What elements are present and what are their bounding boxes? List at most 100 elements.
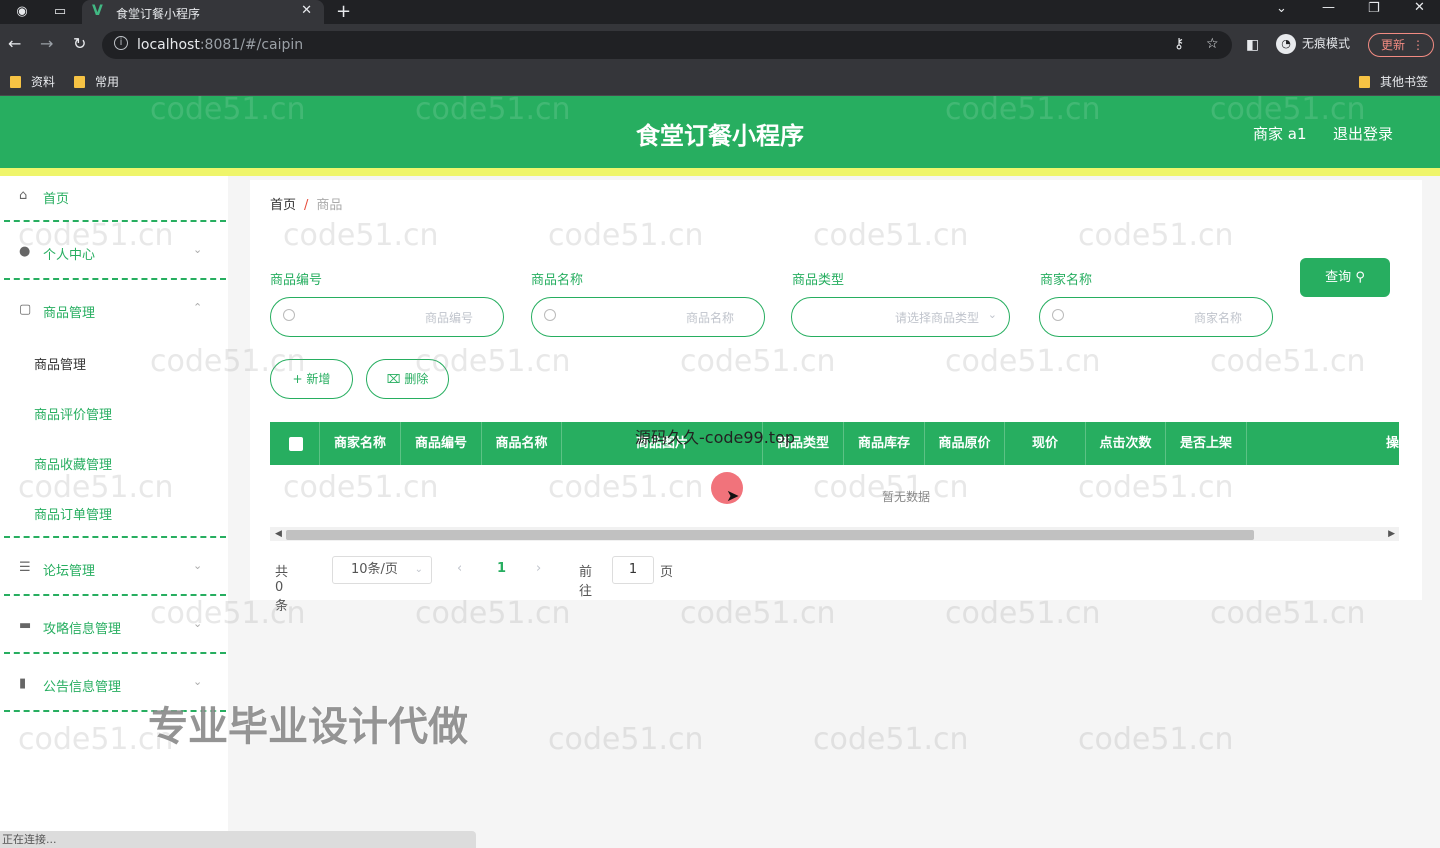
plus-icon: + [292, 372, 307, 386]
watermark: code51.cn [548, 722, 704, 757]
main-panel: 首页 / 商品 商品编号 商品编号 商品名称 商品名称 商品类型 请选择商品类型 ⌄… [250, 180, 1422, 614]
placeholder: 商品编号 [424, 311, 473, 325]
placeholder: 商家名称 [1193, 311, 1242, 325]
header-user[interactable]: 商家 a1 [1253, 123, 1307, 144]
sidebar-item-forum[interactable]: ☰ 论坛管理 ⌄ [0, 548, 228, 588]
chevron-down-icon: ⌄ [193, 243, 203, 256]
column-header[interactable]: 商品库存 [844, 422, 925, 465]
incognito-icon: ◔ [1276, 34, 1296, 54]
folder-icon [10, 76, 21, 88]
placeholder: 商品名称 [685, 311, 734, 325]
page-size-select[interactable]: 10条/页 ⌄ [332, 556, 432, 584]
watermark: code51.cn [945, 596, 1101, 631]
tab-search-icon[interactable]: ▭ [52, 4, 68, 20]
sidebar-item-personal[interactable]: ● 个人中心 ⌄ [0, 232, 228, 272]
table-horizontal-scrollbar[interactable]: ◀ ▶ [270, 527, 1399, 541]
trash-icon: ⌧ [386, 372, 405, 386]
sidepanel-icon[interactable]: ◧ [1246, 37, 1259, 53]
placeholder: 请选择商品类型 [894, 311, 979, 325]
watermark: code51.cn [680, 596, 836, 631]
more-vert-icon: ⋮ [1412, 38, 1424, 52]
bookmark-folder-2[interactable]: 常用 [74, 73, 119, 90]
watermark: code51.cn [1210, 596, 1366, 631]
promo-overlay-text: 专业毕业设计代做 [148, 704, 468, 750]
header-stripe [0, 168, 1440, 176]
column-header-actions[interactable]: 操 [1247, 422, 1399, 465]
site-info-icon[interactable]: i [114, 36, 128, 50]
reload-icon[interactable]: ↻ [73, 36, 86, 52]
goods-code-input[interactable]: 商品编号 [270, 297, 504, 337]
tab-list-chevron-icon[interactable]: ⌄ [1276, 1, 1287, 16]
mouse-cursor-icon: ➤ [726, 486, 740, 505]
menu-divider [4, 278, 226, 280]
next-page-icon[interactable]: › [536, 561, 541, 576]
browser-tab-strip: ◉ ▭ V 食堂订餐小程序 ✕ + ⌄ — ❐ ✕ [0, 0, 1440, 24]
breadcrumb-home[interactable]: 首页 [270, 198, 296, 213]
sidebar-item-home[interactable]: ⌂ 首页 [0, 176, 228, 216]
watermark: code51.cn [813, 722, 969, 757]
restore-icon[interactable]: ❐ [1368, 1, 1380, 16]
column-header[interactable]: 商品编号 [401, 422, 482, 465]
forward-icon[interactable]: → [40, 36, 53, 52]
app-header: 食堂订餐小程序 商家 a1 退出登录 [0, 96, 1440, 168]
app-title: 食堂订餐小程序 [636, 122, 804, 150]
watermark: code51.cn [1078, 722, 1234, 757]
submenu-goods[interactable]: 商品管理 [34, 354, 86, 373]
scroll-right-icon[interactable]: ▶ [1388, 527, 1395, 541]
window-close-icon[interactable]: ✕ [1414, 0, 1425, 15]
goods-type-select[interactable]: 请选择商品类型 ⌄ [791, 297, 1010, 337]
page-number[interactable]: 1 [497, 561, 506, 576]
select-all-checkbox[interactable] [289, 437, 303, 451]
prev-page-icon[interactable]: ‹ [457, 561, 462, 576]
new-tab-icon[interactable]: + [336, 1, 351, 22]
logout-link[interactable]: 退出登录 [1333, 123, 1393, 144]
tab-close-icon[interactable]: ✕ [301, 3, 312, 18]
column-header[interactable]: 现价 [1005, 422, 1086, 465]
submenu-orders[interactable]: 商品订单管理 [34, 504, 112, 523]
column-header[interactable]: 商品原价 [925, 422, 1005, 465]
incognito-indicator[interactable]: ◔ 无痕模式 [1276, 34, 1350, 54]
sidebar-item-goods[interactable]: ▢ 商品管理 ⌃ [0, 290, 228, 330]
minimize-icon[interactable]: — [1322, 0, 1335, 15]
url-text[interactable]: localhost:8081/#/caipin [137, 37, 303, 53]
scrollbar-thumb[interactable] [286, 530, 1254, 540]
column-header[interactable]: 商品名称 [482, 422, 562, 465]
address-bar[interactable]: i localhost:8081/#/caipin ⚷ ☆ [102, 31, 1232, 59]
search-icon: ⚲ [1355, 270, 1365, 285]
chevron-down-icon: ⌄ [193, 559, 203, 572]
column-header[interactable]: 点击次数 [1086, 422, 1166, 465]
back-icon[interactable]: ← [8, 36, 21, 52]
key-icon[interactable]: ⚷ [1174, 36, 1184, 52]
sidebar-item-label: 首页 [43, 192, 70, 207]
list-icon: ☰ [19, 560, 31, 575]
bookmark-folder-1[interactable]: 资料 [10, 73, 55, 90]
home-icon: ⌂ [19, 188, 28, 203]
merchant-name-input[interactable]: 商家名称 [1039, 297, 1273, 337]
bookmark-star-icon[interactable]: ☆ [1206, 36, 1219, 52]
add-button[interactable]: + 新增 [270, 359, 353, 399]
other-bookmarks[interactable]: 其他书签 [1359, 73, 1428, 90]
filter-type-label: 商品类型 [792, 273, 845, 288]
sidebar-item-label: 公告信息管理 [43, 680, 122, 695]
update-button[interactable]: 更新 ⋮ [1368, 33, 1434, 57]
query-button[interactable]: 查询 ⚲ [1300, 258, 1390, 297]
search-icon [1052, 309, 1064, 321]
submenu-favorites[interactable]: 商品收藏管理 [34, 454, 112, 473]
menu-divider [4, 594, 226, 596]
submenu-review[interactable]: 商品评价管理 [34, 404, 112, 423]
goto-page-input[interactable]: 1 [612, 556, 654, 584]
browser-menu-icon[interactable]: ◉ [14, 4, 30, 20]
sidebar-item-guide[interactable]: ▬ 攻略信息管理 ⌄ [0, 606, 228, 646]
breadcrumb: 首页 / 商品 [270, 194, 342, 213]
search-icon [283, 309, 295, 321]
scroll-left-icon[interactable]: ◀ [275, 527, 282, 541]
table-header: 商家名称 商品编号 商品名称 商品图片 商品类型 商品库存 商品原价 现价 点击… [270, 422, 1399, 465]
select-all-cell [270, 422, 320, 465]
column-header[interactable]: 是否上架 [1166, 422, 1247, 465]
goods-name-input[interactable]: 商品名称 [531, 297, 765, 337]
column-header[interactable]: 商家名称 [320, 422, 401, 465]
delete-button[interactable]: ⌧ 删除 [366, 359, 449, 399]
browser-tab[interactable]: V 食堂订餐小程序 ✕ [82, 0, 324, 24]
sidebar-item-label: 攻略信息管理 [43, 622, 122, 637]
table-empty-text: 暂无数据 [882, 490, 931, 504]
